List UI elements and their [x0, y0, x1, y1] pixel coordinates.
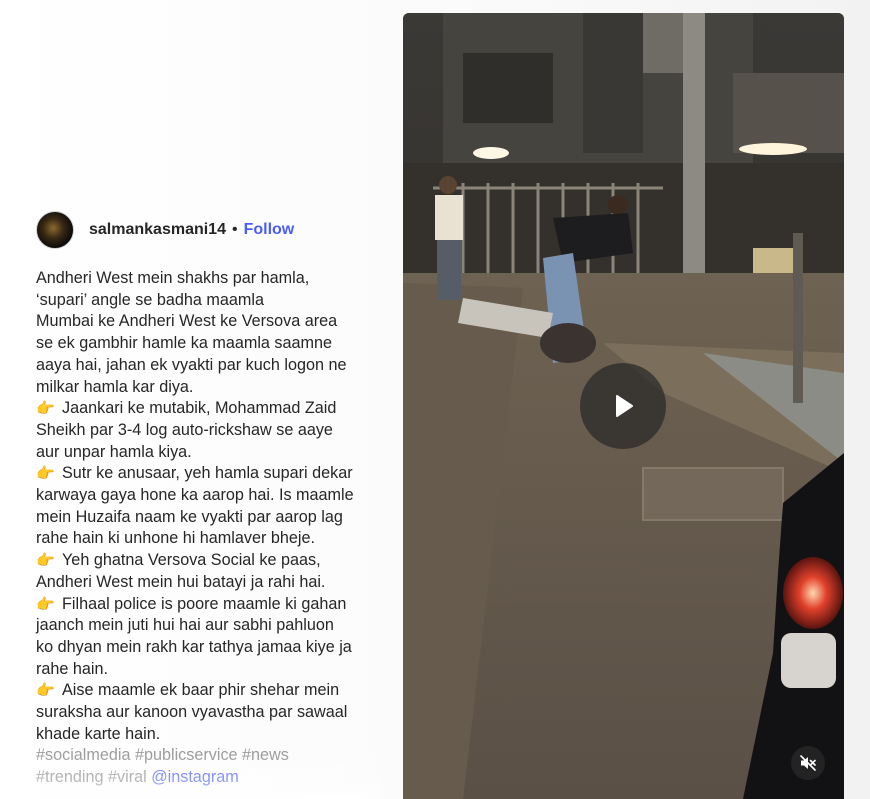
hashtags[interactable]: #trending #viral: [36, 768, 147, 786]
caption-text: Aise maamle ek baar phir shehar mein: [62, 681, 340, 700]
caption-line: suraksha aur kanoon vyavastha par sawaal: [36, 702, 376, 724]
follow-button[interactable]: Follow: [244, 221, 295, 239]
video-player[interactable]: [403, 13, 844, 799]
pointing-hand-icon: 👉: [36, 400, 55, 418]
caption-line: aur unpar hamla kiya.: [36, 442, 376, 464]
caption-line: aaya hai, jahan ek vyakti par kuch logon…: [36, 355, 376, 377]
caption-line: ko dhyan mein rakh kar tathya jamaa kiye…: [36, 637, 376, 659]
caption-text: Sheikh par 3-4 log auto-rickshaw se aaye: [36, 420, 333, 439]
post-header: salmankasmani14 • Follow: [36, 211, 376, 249]
caption-text: aaya hai, jahan ek vyakti par kuch logon…: [36, 355, 347, 374]
caption-text: aur unpar hamla kiya.: [36, 442, 192, 461]
mention-link[interactable]: @instagram: [151, 768, 239, 786]
caption-text: ‘supari’ angle se badha maamla: [36, 290, 264, 309]
username-link[interactable]: salmankasmani14: [89, 221, 226, 239]
caption-line: mein Huzaifa naam ke vyakti par aarop la…: [36, 507, 376, 529]
caption-line: rahe hain.: [36, 659, 376, 681]
caption-line: 👉 Jaankari ke mutabik, Mohammad Zaid: [36, 398, 376, 420]
caption-line: 👉 Yeh ghatna Versova Social ke paas,: [36, 550, 376, 572]
hashtags[interactable]: #socialmedia #publicservice #news: [36, 745, 376, 767]
caption-text: karwaya gaya hone ka aarop hai. Is maaml…: [36, 486, 354, 505]
caption-text: mein Huzaifa naam ke vyakti par aarop la…: [36, 507, 343, 526]
caption-text: jaanch mein juti hui hai aur sabhi pahlu…: [36, 616, 334, 635]
caption-line: ‘supari’ angle se badha maamla: [36, 290, 376, 312]
caption-text: Andheri West mein hui batayi ja rahi hai…: [36, 572, 326, 591]
caption-line: 👉 Sutr ke anusaar, yeh hamla supari dekar: [36, 463, 376, 485]
caption-line: 👉 Aise maamle ek baar phir shehar mein: [36, 680, 376, 702]
caption-line: Sheikh par 3-4 log auto-rickshaw se aaye: [36, 420, 376, 442]
caption-text: Jaankari ke mutabik, Mohammad Zaid: [62, 399, 337, 418]
pointing-hand-icon: 👉: [36, 682, 55, 700]
caption-line: se ek gambhir hamle ka maamla saamne: [36, 333, 376, 355]
pointing-hand-icon: 👉: [36, 465, 55, 483]
caption-line: khade karte hain.: [36, 724, 376, 746]
post-sidebar: salmankasmani14 • Follow Andheri West me…: [36, 211, 376, 789]
caption-text: rahe hain ki unhone hi hamlaver bheje.: [36, 529, 315, 548]
caption-text: Filhaal police is poore maamle ki gahan: [62, 594, 347, 613]
avatar[interactable]: [36, 211, 74, 249]
caption-text: Yeh ghatna Versova Social ke paas,: [62, 551, 321, 570]
pointing-hand-icon: 👉: [36, 552, 55, 570]
hashtags-row: #trending #viral @instagram: [36, 767, 376, 789]
caption-line: Andheri West mein hui batayi ja rahi hai…: [36, 572, 376, 594]
caption-text: khade karte hain.: [36, 724, 161, 743]
caption-text: milkar hamla kar diya.: [36, 377, 194, 396]
muted-speaker-icon: [800, 755, 816, 771]
caption-text: Andheri West mein shakhs par hamla,: [36, 269, 310, 287]
play-button[interactable]: [580, 363, 666, 449]
mute-toggle-button[interactable]: [791, 746, 825, 780]
caption-line: Mumbai ke Andheri West ke Versova area: [36, 311, 376, 333]
caption-text: Sutr ke anusaar, yeh hamla supari dekar: [62, 464, 353, 483]
caption-text: suraksha aur kanoon vyavastha par sawaal: [36, 703, 348, 722]
caption-text: se ek gambhir hamle ka maamla saamne: [36, 334, 333, 353]
play-icon: [616, 395, 633, 417]
caption-line: Andheri West mein shakhs par hamla,: [36, 268, 376, 290]
separator-dot: •: [231, 221, 238, 238]
caption-line: 👉 Filhaal police is poore maamle ki gahan: [36, 594, 376, 616]
caption-line: rahe hain ki unhone hi hamlaver bheje.: [36, 528, 376, 550]
pointing-hand-icon: 👉: [36, 595, 55, 613]
caption-text: Mumbai ke Andheri West ke Versova area: [36, 312, 338, 331]
caption: Andheri West mein shakhs par hamla, ‘supa…: [36, 268, 376, 789]
caption-text: rahe hain.: [36, 659, 108, 678]
caption-line: milkar hamla kar diya.: [36, 377, 376, 399]
instagram-post: salmankasmani14 • Follow Andheri West me…: [0, 0, 870, 799]
caption-line: jaanch mein juti hui hai aur sabhi pahlu…: [36, 615, 376, 637]
caption-text: ko dhyan mein rakh kar tathya jamaa kiye…: [36, 637, 352, 656]
caption-line: karwaya gaya hone ka aarop hai. Is maaml…: [36, 485, 376, 507]
